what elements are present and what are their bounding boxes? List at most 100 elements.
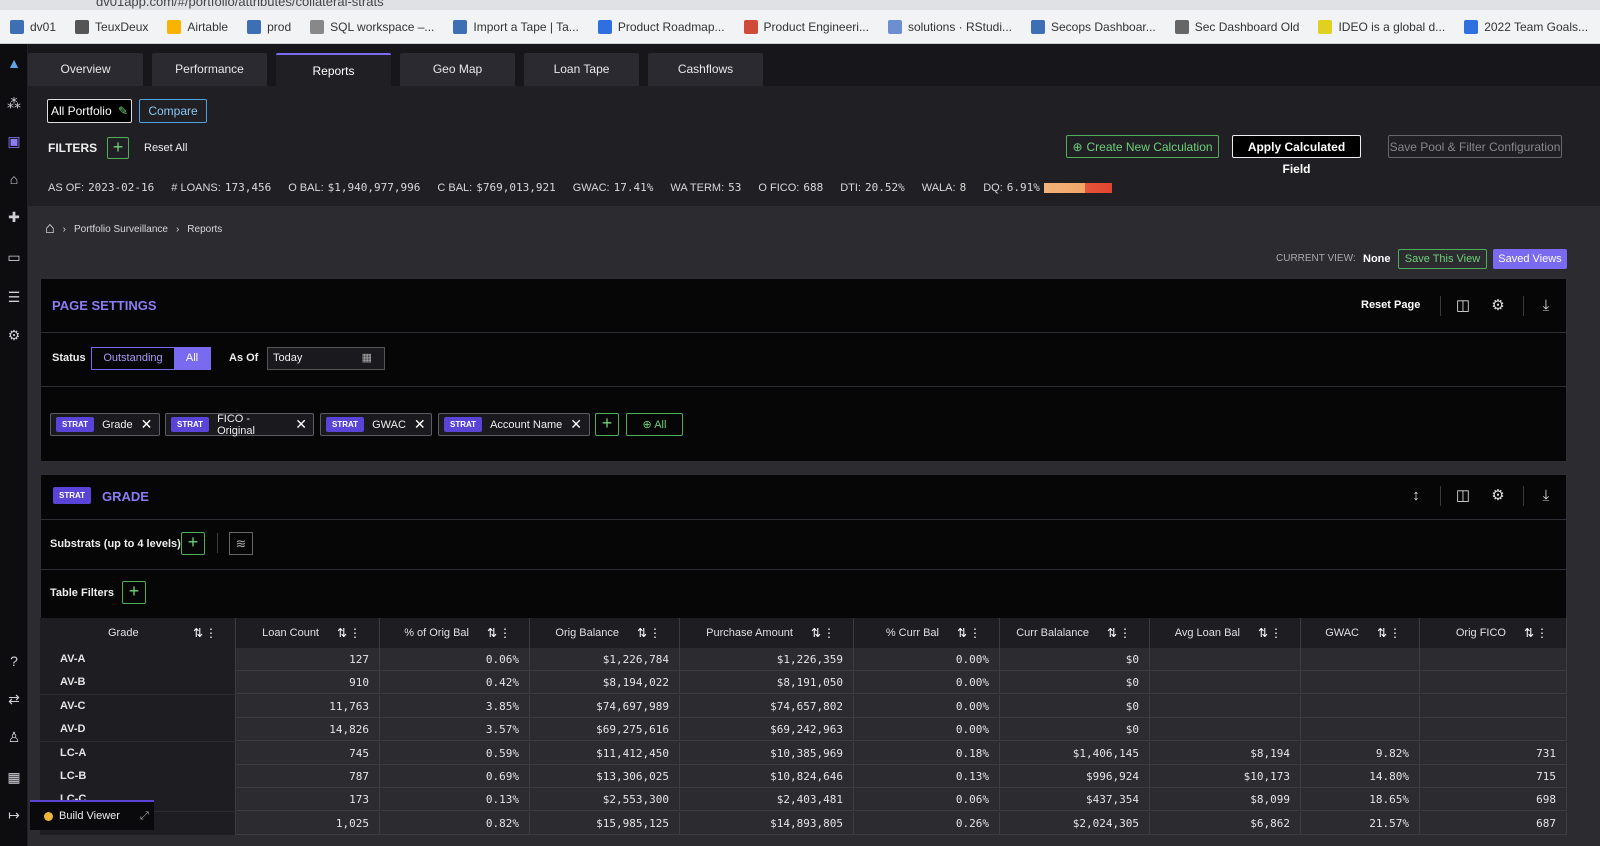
column-header[interactable]: Purchase Amount ⇅ ⋮ xyxy=(680,618,854,648)
strat-chip-account-name[interactable]: STRAT Account Name ✕ xyxy=(438,413,590,436)
column-menu-icon[interactable]: ⋮ xyxy=(205,618,217,648)
bookmark-item[interactable]: Product Roadmap... xyxy=(597,19,725,34)
sort-icon[interactable]: ⇅ xyxy=(1258,618,1268,648)
column-header[interactable]: % Curr Bal ⇅ ⋮ xyxy=(854,618,1000,648)
column-header[interactable]: Grade ⇅ ⋮ xyxy=(40,618,236,648)
reset-all-link[interactable]: Reset All xyxy=(144,142,187,154)
save-this-view-button[interactable]: Save This View xyxy=(1398,249,1487,269)
layers-icon[interactable]: ≋ xyxy=(229,532,253,555)
column-menu-icon[interactable]: ⋮ xyxy=(349,618,361,648)
home-icon[interactable]: ⌂ xyxy=(45,220,55,238)
sort-icon[interactable]: ⇅ xyxy=(637,618,647,648)
money-icon[interactable]: ▭ xyxy=(5,248,23,266)
bookmark-item[interactable]: dv01 xyxy=(10,19,56,34)
table-row[interactable]: LC-D1,0250.82%$15,985,125$14,893,8050.26… xyxy=(40,811,1567,835)
bank-icon[interactable]: ⌂ xyxy=(5,170,23,188)
column-menu-icon[interactable]: ⋮ xyxy=(649,618,661,648)
network-icon[interactable]: ⁂ xyxy=(5,94,23,112)
table-row[interactable]: AV-D 14,826 3.57% $69,275,616 $69,242,963 0.0… xyxy=(40,718,1567,742)
table-row[interactable]: AV-B 910 0.42% $8,194,022 $8,191,050 0.00% $0 xyxy=(40,671,1567,695)
tab-cashflows[interactable]: Cashflows xyxy=(648,53,763,86)
compare-button[interactable]: Compare xyxy=(139,99,207,123)
tab-performance[interactable]: Performance xyxy=(152,53,267,86)
close-icon[interactable]: ✕ xyxy=(570,416,582,433)
bookmark-item[interactable]: TeuxDeux xyxy=(75,19,148,34)
tab-reports[interactable]: Reports xyxy=(276,53,391,86)
bookmark-item[interactable]: Sec Dashboard Old xyxy=(1174,19,1299,34)
sort-icon[interactable]: ⇅ xyxy=(193,618,203,648)
bookmark-item[interactable]: prod xyxy=(247,19,291,34)
sort-icon[interactable]: ⇅ xyxy=(337,618,347,648)
column-menu-icon[interactable]: ⋮ xyxy=(499,618,511,648)
columns-layout-icon[interactable]: ◫ xyxy=(1454,297,1472,315)
column-header[interactable]: % of Orig Bal ⇅ ⋮ xyxy=(380,618,530,648)
column-menu-icon[interactable]: ⋮ xyxy=(1536,618,1548,648)
strat-chip-grade[interactable]: STRAT Grade ✕ xyxy=(50,413,160,436)
briefcase-icon[interactable]: ▣ xyxy=(5,132,23,150)
table-row[interactable]: LC-A 745 0.59% $11,412,450 $10,385,969 0.18% $… xyxy=(40,741,1567,765)
table-row[interactable]: LC-B 787 0.69% $13,306,025 $10,824,646 0.13% $… xyxy=(40,765,1567,788)
sort-icon[interactable]: ⇅ xyxy=(487,618,497,648)
saved-views-button[interactable]: Saved Views xyxy=(1493,249,1567,269)
add-all-strats-button[interactable]: ⊕ All xyxy=(626,413,683,436)
column-menu-icon[interactable]: ⋮ xyxy=(823,618,835,648)
gear-icon[interactable]: ⚙ xyxy=(1489,487,1507,505)
breadcrumb-portfolio-surveillance[interactable]: Portfolio Surveillance xyxy=(74,224,168,235)
column-header[interactable]: Orig Balance ⇅ ⋮ xyxy=(530,618,680,648)
create-calculation-button[interactable]: ⊕ Create New Calculation xyxy=(1066,135,1219,158)
tab-overview[interactable]: Overview xyxy=(28,53,143,86)
bookmark-item[interactable]: Import a Tape | Ta... xyxy=(453,19,579,34)
close-icon[interactable]: ✕ xyxy=(141,416,153,433)
swap-icon[interactable]: ⇄ xyxy=(5,690,23,708)
portfolio-selector[interactable]: All Portfolio ✎ xyxy=(47,99,132,123)
bookmark-item[interactable]: Airtable xyxy=(167,19,228,34)
apply-calculated-field-button[interactable]: Apply Calculated Field xyxy=(1232,135,1361,176)
add-substrat-button[interactable]: + xyxy=(181,532,205,555)
column-menu-icon[interactable]: ⋮ xyxy=(969,618,981,648)
expand-vertical-icon[interactable]: ↕ xyxy=(1407,487,1425,505)
bookmark-item[interactable]: Product Engineeri... xyxy=(743,19,869,34)
status-all-option[interactable]: All xyxy=(174,348,210,369)
column-menu-icon[interactable]: ⋮ xyxy=(1389,618,1401,648)
sort-icon[interactable]: ⇅ xyxy=(1107,618,1117,648)
column-header[interactable]: GWAC ⇅ ⋮ xyxy=(1301,618,1420,648)
column-header[interactable]: Avg Loan Bal ⇅ ⋮ xyxy=(1150,618,1301,648)
table-icon[interactable]: ▦ xyxy=(5,768,23,786)
strat-chip-fico[interactable]: STRAT FICO - Original ✕ xyxy=(165,413,314,437)
save-pool-button[interactable]: Save Pool & Filter Configuration xyxy=(1388,135,1562,158)
browser-address-bar[interactable]: dv01app.com/#/portfolio/attributes/colla… xyxy=(0,0,1600,10)
sort-icon[interactable]: ⇅ xyxy=(811,618,821,648)
status-outstanding-option[interactable]: Outstanding xyxy=(92,348,174,369)
close-icon[interactable]: ✕ xyxy=(295,416,307,433)
sort-icon[interactable]: ⇅ xyxy=(1524,618,1534,648)
table-row[interactable]: AV-A 127 0.06% $1,226,784 $1,226,359 0.00% $0 xyxy=(40,648,1567,671)
download-icon[interactable]: ⤓ xyxy=(1537,297,1555,315)
settings-home-icon[interactable]: ⚙ xyxy=(5,326,23,344)
reset-page-button[interactable]: Reset Page xyxy=(1361,299,1420,311)
add-filter-button[interactable]: + xyxy=(107,137,129,159)
tab-loan-tape[interactable]: Loan Tape xyxy=(524,53,639,86)
user-icon[interactable]: ♙ xyxy=(5,728,23,746)
bookmark-item[interactable]: 2022 Team Goals... xyxy=(1464,19,1588,34)
puzzle-icon[interactable]: ✚ xyxy=(5,208,23,226)
bookmark-item[interactable]: Secops Dashboar... xyxy=(1031,19,1156,34)
table-row[interactable]: AV-C 11,763 3.85% $74,697,989 $74,657,802 0.0… xyxy=(40,694,1567,718)
column-header[interactable]: Curr Balalance ⇅ ⋮ xyxy=(1000,618,1150,648)
bookmark-item[interactable]: SQL workspace –... xyxy=(310,19,434,34)
column-header[interactable]: Loan Count ⇅ ⋮ xyxy=(236,618,380,648)
tab-geo-map[interactable]: Geo Map xyxy=(400,53,515,86)
column-menu-icon[interactable]: ⋮ xyxy=(1270,618,1282,648)
logout-icon[interactable]: ↦ xyxy=(5,806,23,824)
gear-icon[interactable]: ⚙ xyxy=(1489,297,1507,315)
columns-layout-icon[interactable]: ◫ xyxy=(1454,487,1472,505)
app-logo-icon[interactable]: ▲ xyxy=(5,54,23,72)
sort-icon[interactable]: ⇅ xyxy=(1377,618,1387,648)
add-table-filter-button[interactable]: + xyxy=(122,581,146,604)
bookmark-item[interactable]: IDEO is a global d... xyxy=(1318,19,1445,34)
bookmark-item[interactable]: solutions · RStudi... xyxy=(887,19,1012,34)
expand-icon[interactable]: ⤢ xyxy=(140,810,149,823)
column-menu-icon[interactable]: ⋮ xyxy=(1119,618,1131,648)
build-viewer-button[interactable]: Build Viewer ⤢ xyxy=(30,800,154,830)
sort-icon[interactable]: ⇅ xyxy=(957,618,967,648)
strat-chip-gwac[interactable]: STRAT GWAC ✕ xyxy=(320,413,432,436)
